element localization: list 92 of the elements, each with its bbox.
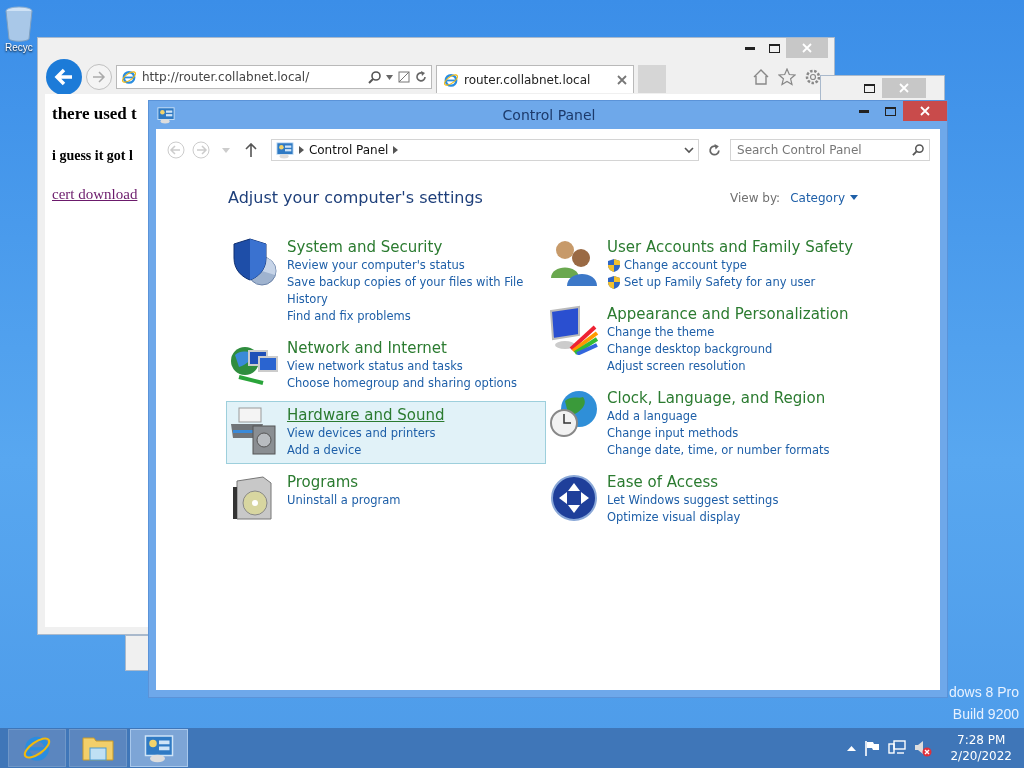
breadcrumb-item[interactable]: Control Panel <box>308 143 389 157</box>
accessibility-icon <box>549 473 599 523</box>
compatibility-icon[interactable] <box>398 71 410 83</box>
volume-button[interactable] <box>914 739 933 757</box>
caret-icon <box>850 195 858 200</box>
category-link[interactable]: User Accounts and Family Safety <box>607 238 854 257</box>
forward-arrow-icon <box>92 71 106 83</box>
control-panel-icon <box>144 733 174 763</box>
refresh-icon <box>707 143 721 157</box>
search-icon[interactable] <box>368 70 381 84</box>
address-field[interactable]: http://router.collabnet.local/ <box>116 65 432 89</box>
desktop-icon-label: Recyc <box>5 42 33 53</box>
close-icon <box>920 106 930 116</box>
monitor-palette-icon <box>549 305 599 355</box>
up-arrow-icon <box>245 143 258 157</box>
category-link[interactable]: Clock, Language, and Region <box>607 389 826 408</box>
refresh-icon[interactable] <box>415 71 427 83</box>
task-link[interactable]: View devices and printers <box>287 425 436 442</box>
control-panel-icon <box>275 141 294 159</box>
page-heading: there used t <box>52 104 137 124</box>
users-icon <box>549 238 599 288</box>
search-icon[interactable] <box>912 144 924 156</box>
up-caret-icon <box>847 745 857 751</box>
category-link[interactable]: Appearance and Personalization <box>607 305 849 324</box>
task-link[interactable]: View network status and tasks <box>287 358 463 375</box>
task-link[interactable]: Review your computer's status <box>287 257 465 274</box>
task-link[interactable]: Adjust screen resolution <box>607 358 746 375</box>
recycle-bin-icon[interactable] <box>4 6 34 42</box>
edition-text: dows 8 Pro <box>948 684 1019 700</box>
task-link[interactable]: Add a device <box>287 442 362 459</box>
flag-icon-button[interactable] <box>864 740 881 756</box>
close-icon <box>899 83 909 93</box>
task-link[interactable]: Change input methods <box>607 425 739 442</box>
caret-icon <box>222 147 231 153</box>
task-link[interactable]: Choose homegroup and sharing options <box>287 375 517 392</box>
download-link[interactable]: cert download <box>52 186 138 203</box>
close-button[interactable] <box>903 101 947 121</box>
chevron-icon <box>393 146 399 154</box>
browser-icon <box>121 69 137 85</box>
back-button[interactable] <box>46 59 82 95</box>
muted-speaker-icon <box>914 739 933 757</box>
caret-icon[interactable] <box>386 74 393 80</box>
taskbar-button[interactable] <box>130 729 188 767</box>
minimize-icon <box>745 46 755 50</box>
category-link[interactable]: Ease of Access <box>607 473 719 492</box>
back-arrow-icon <box>54 68 74 86</box>
maximize-icon <box>863 83 875 93</box>
flag-icon <box>864 740 881 756</box>
star-icon[interactable] <box>778 68 796 86</box>
task-link[interactable]: Change desktop background <box>607 341 773 358</box>
view-by-dropdown[interactable]: Category <box>790 190 858 205</box>
view-by-label: View by: <box>730 190 781 205</box>
task-link[interactable]: Add a language <box>607 408 698 425</box>
dropdown-icon[interactable] <box>683 146 694 154</box>
folder-icon <box>82 734 114 762</box>
edition-text: Build 9200 <box>952 706 1019 722</box>
task-link[interactable]: Let Windows suggest settings <box>607 492 779 509</box>
task-link[interactable]: Change the theme <box>607 324 715 341</box>
breadcrumb-bar[interactable]: Control Panel <box>270 139 699 161</box>
search-field[interactable]: Search Control Panel <box>730 139 930 161</box>
maximize-icon <box>768 43 780 53</box>
task-link[interactable]: Change date, time, or number formats <box>607 442 830 459</box>
clock-button[interactable]: 7:28 PM 2/20/2022 <box>950 732 1012 764</box>
settings-icon[interactable] <box>804 68 822 86</box>
task-link[interactable]: Change account type <box>624 257 747 274</box>
minimize-icon <box>859 109 869 113</box>
category-link[interactable]: Hardware and Sound <box>287 406 445 425</box>
category-link[interactable]: System and Security <box>287 238 443 257</box>
page-heading: Adjust your computer's settings <box>228 188 483 207</box>
printer-icon <box>229 406 279 456</box>
control-panel-icon <box>157 106 175 124</box>
category-link[interactable]: Programs <box>287 473 359 492</box>
network-button[interactable] <box>888 740 907 756</box>
task-link[interactable]: Set up Family Safety for any user <box>624 274 816 291</box>
globe-clock-icon <box>549 389 599 439</box>
home-icon[interactable] <box>752 68 770 86</box>
task-link[interactable]: Optimize visual display <box>607 509 741 526</box>
network-icon <box>888 740 907 756</box>
task-link[interactable]: Save backup copies of your files with File History <box>287 274 532 308</box>
page-subheading: i guess it got l <box>52 148 133 164</box>
browser-tab[interactable]: router.collabnet.local <box>436 65 634 93</box>
close-icon <box>617 74 627 85</box>
category-link[interactable]: Network and Internet <box>287 339 447 358</box>
close-icon <box>802 43 812 53</box>
show-hidden-icons-button[interactable] <box>847 745 857 751</box>
maximize-icon <box>884 106 896 116</box>
browser-icon <box>443 71 459 88</box>
chevron-icon <box>298 146 304 154</box>
window-title: Control Panel <box>501 107 597 123</box>
task-link[interactable]: Find and fix problems <box>287 308 411 325</box>
task-link[interactable]: Uninstall a program <box>287 492 401 509</box>
taskbar-button[interactable] <box>69 729 127 767</box>
